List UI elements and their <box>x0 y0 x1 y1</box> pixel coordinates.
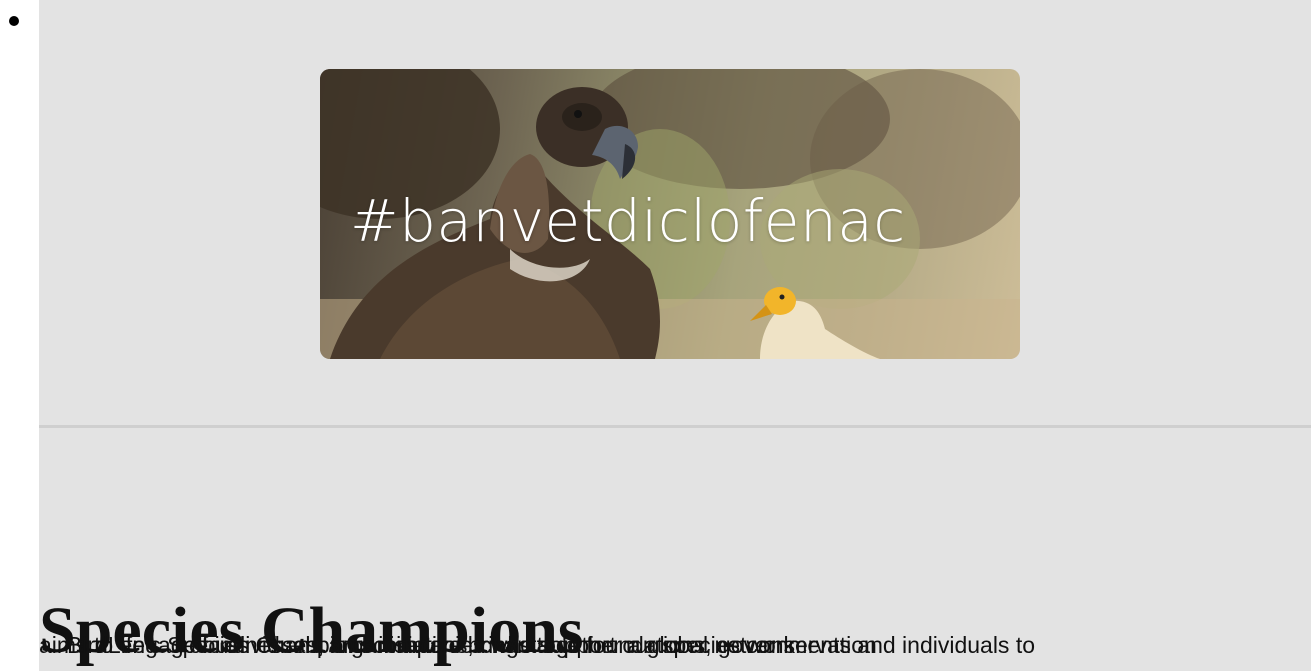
banner-hashtag: #banvetdiclofenac <box>350 187 906 255</box>
section-divider <box>39 425 1311 428</box>
list-bullet <box>9 16 19 26</box>
content-panel: #banvetdiclofenac Species Champions aims… <box>39 0 1311 671</box>
overlapping-body-text: aims to engage businesses, organisations… <box>39 630 1301 660</box>
body-line-3: of individuals and companies who support… <box>189 632 877 658</box>
banner-image[interactable]: #banvetdiclofenac <box>320 69 1020 359</box>
